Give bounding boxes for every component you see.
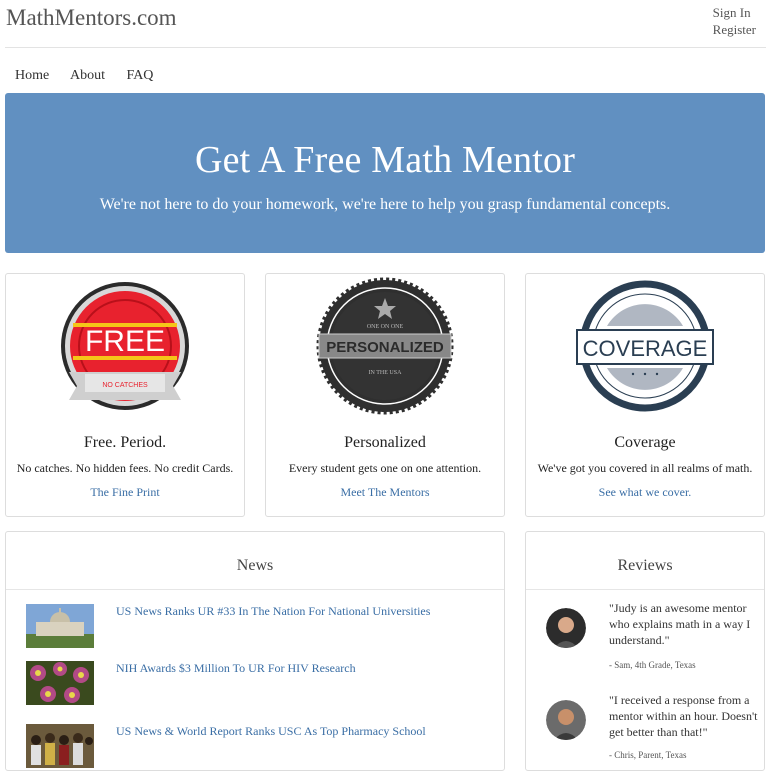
news-item[interactable]: NIH Awards $3 Million To UR For HIV Rese… xyxy=(26,661,496,705)
news-title[interactable]: US News Ranks UR #33 In The Nation For N… xyxy=(116,604,430,619)
news-title[interactable]: US News & World Report Ranks USC As Top … xyxy=(116,724,426,739)
feature-desc-personalized: Every student gets one on one attention. xyxy=(288,461,482,475)
hero-banner: Get A Free Math Mentor We're not here to… xyxy=(5,93,765,253)
sign-in-link[interactable]: Sign In xyxy=(713,4,756,21)
reviewer-avatar xyxy=(546,608,586,648)
hero-subtitle: We're not here to do your homework, we'r… xyxy=(99,196,671,213)
review-author: - Chris, Parent, Texas xyxy=(609,750,687,760)
feature-title-free: Free. Period. xyxy=(83,434,167,451)
personalized-badge-bottom: IN THE USA xyxy=(369,370,403,376)
review-quote: "I received a response from a mentor wit… xyxy=(609,693,758,739)
feature-card-free: FREE NO CATCHES Free. Period. No catches… xyxy=(5,273,245,517)
free-badge-icon: FREE NO CATCHES xyxy=(61,282,189,410)
reviewer-avatar xyxy=(546,700,586,740)
feature-desc-free: No catches. No hidden fees. No credit Ca… xyxy=(16,461,234,475)
news-heading: News xyxy=(6,532,504,590)
meet-mentors-link[interactable]: Meet The Mentors xyxy=(266,485,504,500)
header-divider xyxy=(5,47,766,48)
nav-faq[interactable]: FAQ xyxy=(126,68,153,83)
coverage-badge-icon: COVERAGE xyxy=(576,280,714,412)
virus-cells-photo-icon xyxy=(26,661,94,705)
reviews-heading: Reviews xyxy=(526,532,764,590)
feature-desc-coverage: We've got you covered in all realms of m… xyxy=(537,461,753,475)
free-badge-subtext: NO CATCHES xyxy=(102,382,148,389)
personalized-badge-icon: ONE ON ONE PERSONALIZED IN THE USA xyxy=(316,277,454,415)
personalized-badge-top: ONE ON ONE xyxy=(367,324,404,330)
feature-title-personalized: Personalized xyxy=(344,434,426,451)
fine-print-link[interactable]: The Fine Print xyxy=(6,485,244,500)
hero-title: Get A Free Math Mentor xyxy=(194,139,576,181)
free-badge-text: FREE xyxy=(85,325,165,358)
personalized-badge-text: PERSONALIZED xyxy=(326,339,444,356)
feature-card-personalized: ONE ON ONE PERSONALIZED IN THE USA Perso… xyxy=(265,273,505,517)
site-logo[interactable]: MathMentors.com xyxy=(6,5,177,31)
campus-building-photo-icon xyxy=(26,604,94,648)
register-link[interactable]: Register xyxy=(713,21,756,38)
news-item[interactable]: US News & World Report Ranks USC As Top … xyxy=(26,724,496,768)
students-group-photo-icon xyxy=(26,724,94,768)
see-coverage-link[interactable]: See what we cover. xyxy=(526,485,764,500)
reviews-panel: Reviews "Judy is an awesome mentor who e… xyxy=(525,531,765,771)
news-panel: News US News Ranks UR #33 In The Nation … xyxy=(5,531,505,771)
auth-links: Sign In Register xyxy=(713,4,756,38)
news-item[interactable]: US News Ranks UR #33 In The Nation For N… xyxy=(26,604,496,648)
nav-about[interactable]: About xyxy=(70,68,105,83)
feature-title-coverage: Coverage xyxy=(614,434,676,451)
news-title[interactable]: NIH Awards $3 Million To UR For HIV Rese… xyxy=(116,661,356,676)
main-nav: Home About FAQ xyxy=(15,68,171,84)
nav-home[interactable]: Home xyxy=(15,68,49,83)
review-author: - Sam, 4th Grade, Texas xyxy=(609,660,696,670)
coverage-badge-text: COVERAGE xyxy=(583,336,708,361)
feature-card-coverage: COVERAGE Coverage We've got you covered … xyxy=(525,273,765,517)
review-quote: "Judy is an awesome mentor who explains … xyxy=(609,601,751,647)
